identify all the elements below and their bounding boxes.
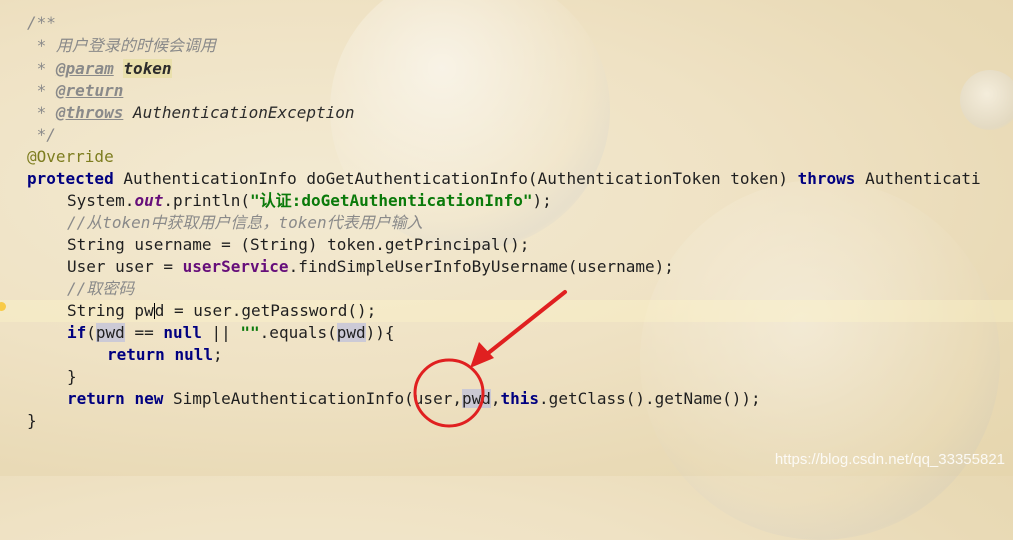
code-line: if(pwd == null || "".equals(pwd)){ — [67, 323, 395, 342]
code-line: * 用户登录的时候会调用 — [27, 36, 216, 55]
code-line: * @return — [27, 81, 124, 100]
code-line: //取密码 — [67, 279, 135, 298]
code-line: String username = (String) token.getPrin… — [67, 235, 530, 254]
code-line: return null; — [107, 345, 223, 364]
code-line: } — [67, 367, 77, 386]
code-editor[interactable]: /** * 用户登录的时候会调用 * @param token * @retur… — [0, 0, 1013, 476]
code-line-current: String pwd = user.getPassword(); — [0, 300, 1013, 322]
code-line: /** — [27, 13, 56, 32]
code-line: @Override — [27, 147, 114, 166]
code-line: User user = userService.findSimpleUserIn… — [67, 257, 674, 276]
code-line: //从token中获取用户信息，token代表用户输入 — [67, 213, 423, 232]
code-line: */ — [27, 125, 56, 144]
code-line: System.out.println("认证:doGetAuthenticati… — [67, 191, 552, 210]
watermark: https://blog.csdn.net/qq_33355821 — [774, 451, 1005, 468]
code-line: * @param token — [27, 59, 172, 78]
code-line: protected AuthenticationInfo doGetAuthen… — [27, 169, 981, 188]
code-line: } — [27, 411, 37, 430]
code-line: return new SimpleAuthenticationInfo(user… — [67, 389, 761, 408]
code-line: * @throws AuthenticationException — [27, 103, 355, 122]
